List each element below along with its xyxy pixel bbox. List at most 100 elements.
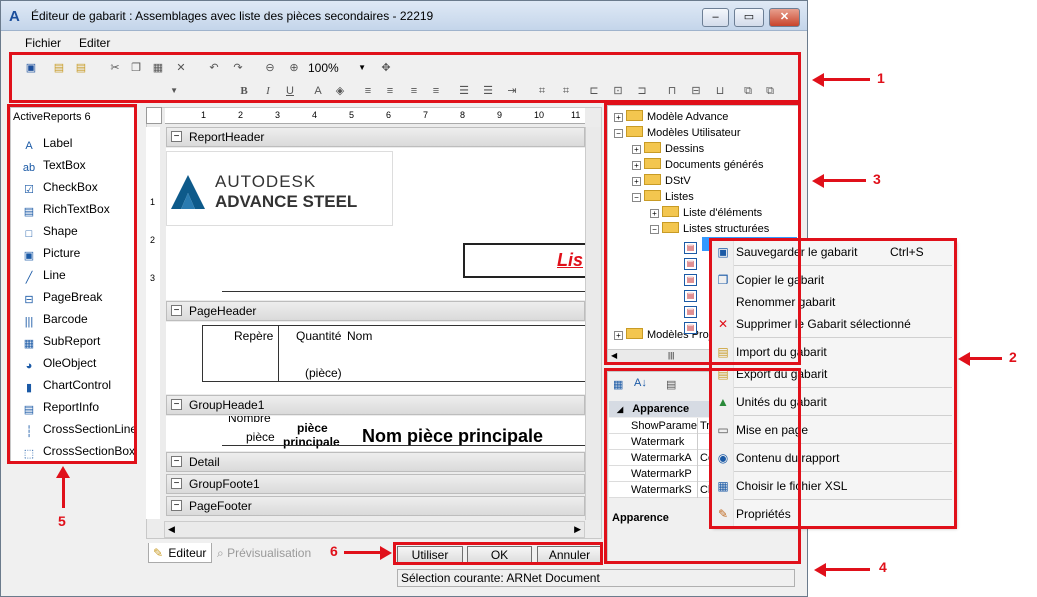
expand-toggle-icon[interactable]: − bbox=[632, 193, 641, 202]
group-footer-band[interactable]: − GroupFoote1 bbox=[166, 474, 585, 494]
expand-toggle-icon[interactable]: + bbox=[650, 209, 659, 218]
context-menu-item[interactable]: Mise en page bbox=[736, 419, 950, 441]
paste-icon[interactable]: ▦ bbox=[150, 59, 166, 77]
toolbox-item-subreport[interactable]: ▦ SubReport bbox=[21, 330, 101, 352]
context-menu-item[interactable]: Unités du gabarit bbox=[736, 391, 950, 413]
template-leaf[interactable]: ▤ bbox=[684, 269, 697, 286]
toolbox-item-textbox[interactable]: ab TextBox bbox=[21, 154, 86, 176]
toolbox-item-reportinfo[interactable]: ▤ ReportInfo bbox=[21, 396, 99, 418]
expand-toggle-icon[interactable]: + bbox=[614, 113, 623, 122]
context-menu-item[interactable]: Supprimer le Gabarit sélectionné bbox=[736, 313, 950, 335]
collapse-icon[interactable]: − bbox=[171, 131, 182, 142]
maximize-button[interactable]: ▭ bbox=[734, 8, 764, 27]
expand-toggle-icon[interactable]: + bbox=[614, 331, 623, 340]
template-leaf[interactable]: ▤ bbox=[684, 301, 697, 318]
toolbox-item-crosssectionline[interactable]: ┆ CrossSectionLine bbox=[21, 418, 137, 440]
property-pages-icon[interactable]: ▤ bbox=[666, 378, 676, 391]
page-header-area[interactable]: Repère Quantité Nom (pièce) bbox=[166, 322, 587, 394]
context-menu-item[interactable]: Sauvegarder le gabarit Ctrl+S bbox=[736, 241, 950, 263]
toolbox-item-richtextbox[interactable]: ▤ RichTextBox bbox=[21, 198, 110, 220]
collapse-icon[interactable]: − bbox=[171, 478, 182, 489]
context-menu-item[interactable]: Contenu du rapport bbox=[736, 447, 950, 469]
report-header-area[interactable]: AUTODESK ADVANCE STEEL Lis bbox=[166, 148, 587, 300]
title-bar[interactable]: A Éditeur de gabarit : Assemblages avec … bbox=[1, 1, 807, 31]
align-center-icon[interactable]: ≡ bbox=[382, 82, 398, 100]
group-header-band[interactable]: − GroupHeade1 bbox=[166, 395, 585, 415]
toolbox-item-chartcontrol[interactable]: ▮ ChartControl bbox=[21, 374, 111, 396]
align-lefts-icon[interactable]: ⊏ bbox=[586, 82, 602, 100]
collapse-icon[interactable]: − bbox=[171, 399, 182, 410]
expand-toggle-icon[interactable]: + bbox=[632, 145, 641, 154]
template-leaf[interactable]: ▤ bbox=[684, 317, 697, 334]
italic-icon[interactable]: I bbox=[260, 82, 276, 100]
align-right-icon[interactable]: ≡ bbox=[406, 82, 422, 100]
menu-editer[interactable]: Editer bbox=[79, 36, 110, 50]
close-button[interactable]: ✕ bbox=[769, 8, 800, 27]
expand-toggle-icon[interactable]: − bbox=[614, 129, 623, 138]
expand-toggle-icon[interactable]: + bbox=[632, 177, 641, 186]
header-title-box[interactable]: Lis bbox=[463, 243, 587, 278]
logo-box[interactable]: AUTODESK ADVANCE STEEL bbox=[166, 151, 393, 226]
context-menu-item[interactable]: Export du gabarit bbox=[736, 363, 950, 385]
scroll-thumb[interactable]: ||| bbox=[668, 351, 674, 360]
report-header-band[interactable]: − ReportHeader bbox=[166, 127, 585, 147]
collapse-category-icon[interactable]: ◢ bbox=[617, 405, 623, 414]
align-bottoms-icon[interactable]: ⊔ bbox=[712, 82, 728, 100]
numbering-icon[interactable]: ☰ bbox=[480, 82, 496, 100]
zoom-out-icon[interactable]: ⊖ bbox=[262, 59, 278, 77]
property-value[interactable]: Tr bbox=[700, 418, 710, 434]
cancel-button[interactable]: Annuler bbox=[537, 546, 602, 564]
horizontal-scrollbar[interactable]: ◀ ▶ bbox=[164, 521, 585, 538]
scroll-left-icon[interactable]: ◀ bbox=[168, 524, 175, 535]
snap-icon[interactable]: ⌗ bbox=[558, 82, 574, 100]
template-leaf[interactable]: ▤ bbox=[684, 285, 697, 302]
toolbox-item-line[interactable]: ╱ Line bbox=[21, 264, 66, 286]
tree-node[interactable]: + DStV bbox=[632, 173, 691, 189]
collapse-icon[interactable]: − bbox=[171, 305, 182, 316]
redo-icon[interactable]: ↷ bbox=[230, 59, 246, 77]
align-left-icon[interactable]: ≡ bbox=[360, 82, 376, 100]
bullets-icon[interactable]: ☰ bbox=[456, 82, 472, 100]
tab-editor[interactable]: ✎ Editeur bbox=[148, 543, 212, 563]
template-leaf[interactable]: ▤ bbox=[684, 237, 697, 254]
ok-button[interactable]: OK bbox=[467, 546, 532, 564]
grid-icon[interactable]: ⌗ bbox=[534, 82, 550, 100]
collapse-icon[interactable]: − bbox=[171, 500, 182, 511]
move-icon[interactable]: ✥ bbox=[378, 59, 394, 77]
toolbox-item-pagebreak[interactable]: ⊟ PageBreak bbox=[21, 286, 102, 308]
font-color-icon[interactable]: A bbox=[310, 82, 326, 100]
toolbox-item-picture[interactable]: ▣ Picture bbox=[21, 242, 81, 264]
align-rights-icon[interactable]: ⊐ bbox=[634, 82, 650, 100]
tree-node[interactable]: − Listes structurées bbox=[650, 221, 769, 237]
open-icon[interactable]: ▤ bbox=[50, 59, 68, 77]
align-centers-icon[interactable]: ⊡ bbox=[610, 82, 626, 100]
page-footer-band[interactable]: − PageFooter bbox=[166, 496, 585, 516]
font-select[interactable]: ▼ bbox=[20, 83, 180, 99]
tree-node[interactable]: + Documents générés bbox=[632, 157, 763, 173]
underline-icon[interactable]: U bbox=[282, 82, 298, 100]
tree-node[interactable]: − Listes bbox=[632, 189, 694, 205]
undo-icon[interactable]: ↶ bbox=[206, 59, 222, 77]
fill-color-icon[interactable]: ◈ bbox=[332, 82, 348, 100]
scroll-right-icon[interactable]: ▶ bbox=[574, 524, 581, 535]
categorized-icon[interactable]: ▦ bbox=[613, 378, 623, 391]
zoom-in-icon[interactable]: ⊕ bbox=[286, 59, 302, 77]
delete-icon[interactable]: ✕ bbox=[173, 59, 189, 77]
expand-toggle-icon[interactable]: − bbox=[650, 225, 659, 234]
toolbox-item-barcode[interactable]: ||| Barcode bbox=[21, 308, 88, 330]
menu-fichier[interactable]: Fichier bbox=[25, 36, 61, 50]
context-menu-item[interactable]: Choisir le fichier XSL bbox=[736, 475, 950, 497]
open-folder-icon[interactable]: ▤ bbox=[72, 59, 90, 77]
toolbox-item-label[interactable]: A Label bbox=[21, 132, 72, 154]
minimize-button[interactable]: – bbox=[702, 8, 729, 27]
copy-icon[interactable]: ❐ bbox=[128, 59, 144, 77]
toolbox-item-shape[interactable]: □ Shape bbox=[21, 220, 78, 242]
tree-node[interactable]: + Modèle Advance bbox=[614, 109, 728, 125]
context-menu-item[interactable]: Import du gabarit bbox=[736, 341, 950, 363]
alphabetical-icon[interactable]: A↓ bbox=[634, 377, 647, 389]
context-menu-item[interactable]: Renommer gabarit bbox=[736, 291, 950, 313]
vertical-scrollbar[interactable] bbox=[585, 127, 601, 520]
align-tops-icon[interactable]: ⊓ bbox=[664, 82, 680, 100]
tree-node[interactable]: + Dessins bbox=[632, 141, 704, 157]
save-icon[interactable]: ▣ bbox=[22, 59, 40, 77]
